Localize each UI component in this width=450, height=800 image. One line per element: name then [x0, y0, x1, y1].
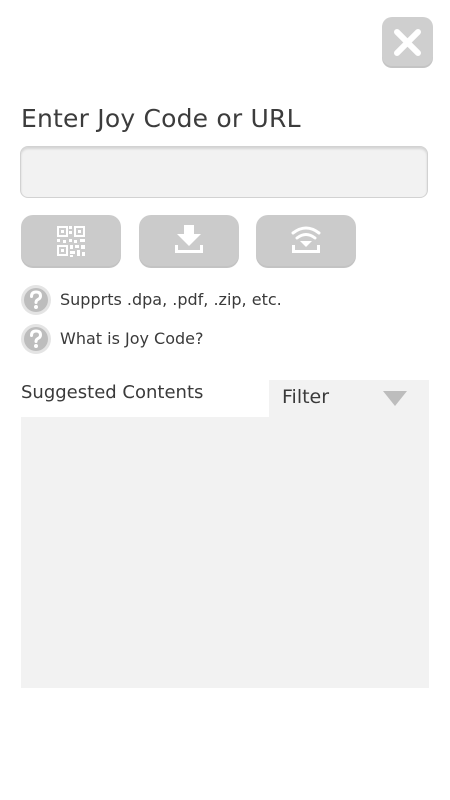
question-icon — [21, 324, 51, 354]
wifi-download-icon — [291, 226, 321, 253]
what-is-joy-code-row[interactable]: What is Joy Code? — [20, 323, 400, 355]
question-icon — [21, 285, 51, 315]
filter-label: Filter — [282, 386, 330, 408]
close-button[interactable] — [382, 17, 433, 68]
page-title: Enter Joy Code or URL — [21, 104, 301, 133]
what-is-joy-code-link: What is Joy Code? — [60, 329, 204, 348]
triangle-down-icon — [383, 391, 407, 406]
suggested-contents-label: Suggested Contents — [21, 382, 204, 403]
joy-code-input[interactable] — [20, 146, 428, 198]
close-icon — [394, 29, 421, 56]
supports-text: Supprts .dpa, .pdf, .zip, etc. — [60, 290, 282, 309]
supports-help-row[interactable]: Supprts .dpa, .pdf, .zip, etc. — [20, 284, 400, 316]
filter-dropdown[interactable]: Filter — [269, 380, 429, 417]
qr-code-icon — [57, 226, 85, 257]
scan-qr-button[interactable] — [21, 215, 121, 268]
download-button[interactable] — [139, 215, 239, 268]
download-icon — [175, 225, 203, 253]
wifi-download-button[interactable] — [256, 215, 356, 268]
suggested-contents-panel — [21, 417, 429, 688]
